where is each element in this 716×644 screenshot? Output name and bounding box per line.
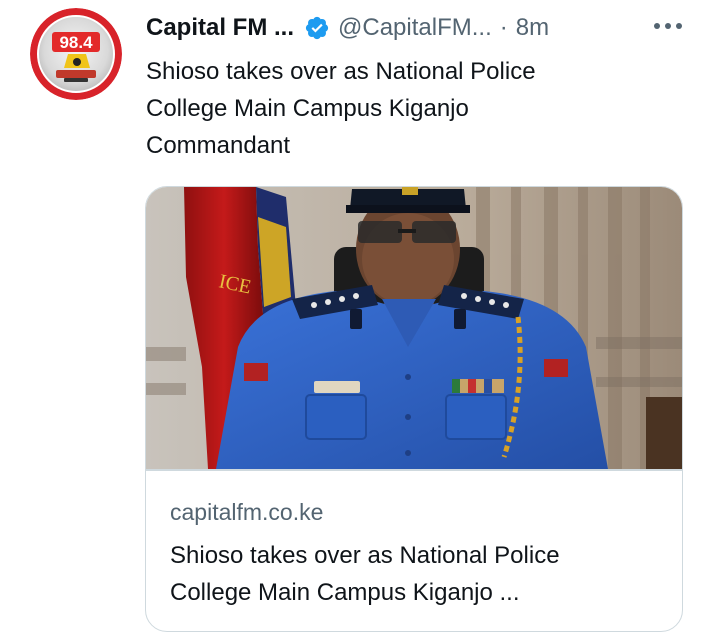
tweet[interactable]: 98.4 Capital FM ... @CapitalFM... · 8m S… [0,0,716,644]
tweet-text-line: Commandant [146,132,291,159]
display-name[interactable]: Capital FM ... [146,14,294,42]
capital-fm-logo-icon: 98.4 [30,8,122,100]
verified-badge-icon [304,15,330,41]
timestamp[interactable]: 8m [516,14,549,42]
tweet-text-line: Shioso takes over as National Police [146,58,536,85]
separator-dot: · [499,14,508,41]
link-card[interactable]: ICE capitalfm.co.ke Shioso takes over as… [145,186,683,632]
tweet-header: Capital FM ... @CapitalFM... · 8m [146,10,549,46]
more-horizontal-icon [654,23,682,29]
card-title: Shioso takes over as National Police Col… [170,537,660,611]
svg-text:98.4: 98.4 [59,33,93,52]
card-image[interactable]: ICE [146,187,682,469]
card-title-line: College Main Campus Kiganjo ... [170,579,520,606]
card-domain: capitalfm.co.ke [170,499,324,525]
handle[interactable]: @CapitalFM... [338,14,492,42]
more-options-button[interactable] [652,14,684,38]
avatar[interactable]: 98.4 [30,8,122,100]
tweet-text: Shioso takes over as National Police Col… [146,53,646,164]
tweet-text-line: College Main Campus Kiganjo [146,95,469,122]
card-title-line: Shioso takes over as National Police [170,542,560,569]
card-divider [146,469,682,471]
